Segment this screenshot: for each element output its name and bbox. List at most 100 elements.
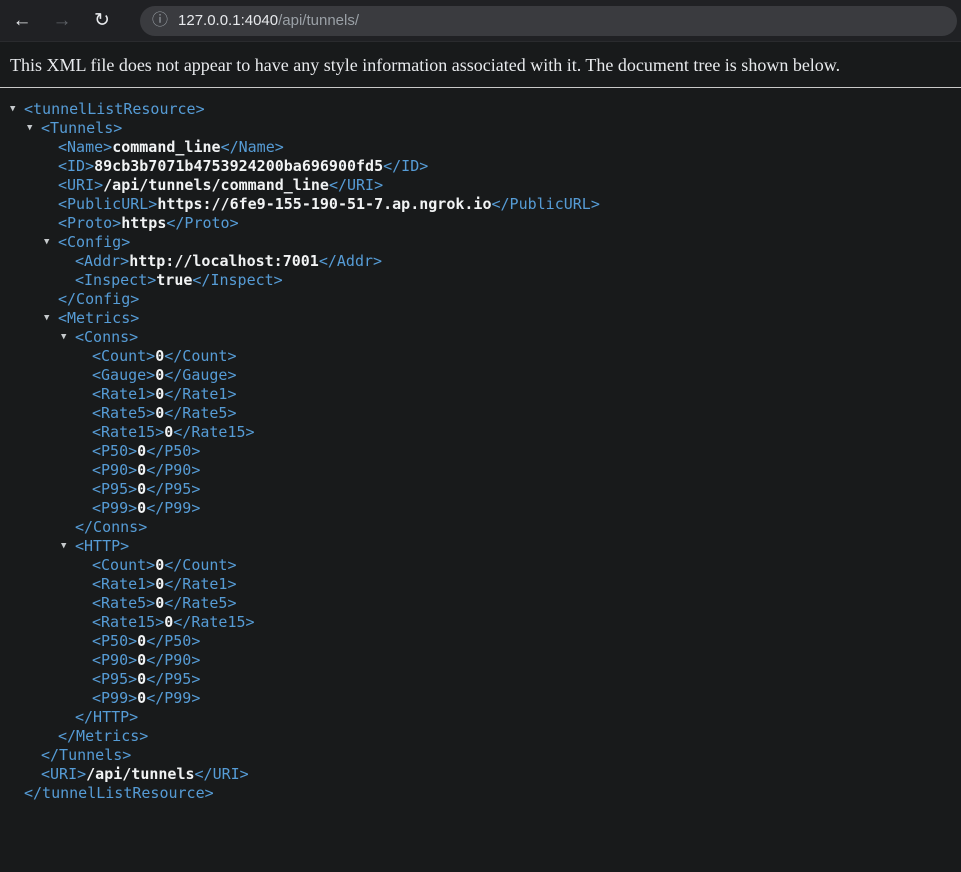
url-path: /api/tunnels/ — [278, 12, 359, 29]
xml-tag: <P50> — [92, 442, 138, 460]
xml-line: <ID>89cb3b7071b4753924200ba696900fd5</ID… — [0, 157, 961, 176]
xml-tag: <Rate5> — [92, 404, 156, 422]
xml-tag: </P50> — [146, 442, 201, 460]
xml-tag: </P90> — [146, 461, 201, 479]
xml-line: ▼ <tunnelListResource> — [0, 100, 961, 119]
xml-viewer-page: This XML file does not appear to have an… — [0, 42, 961, 803]
xml-tag: <tunnelListResource> — [24, 100, 205, 118]
xml-text-value: command_line — [112, 138, 221, 156]
xml-text-value: /api/tunnels — [86, 765, 195, 783]
browser-toolbar: ← → ↻ ⓘ 127.0.0.1:4040/api/tunnels/ — [0, 0, 961, 42]
xml-text-value: 89cb3b7071b4753924200ba696900fd5 — [94, 157, 384, 175]
xml-text-value: 0 — [155, 575, 165, 593]
xml-text-value: 0 — [137, 442, 147, 460]
forward-button[interactable]: → — [44, 3, 80, 39]
xml-text-value: http://localhost:7001 — [129, 252, 319, 270]
xml-line: </tunnelListResource> — [0, 784, 961, 803]
xml-line: <Name>command_line</Name> — [0, 138, 961, 157]
xml-tag: </Addr> — [318, 252, 383, 270]
xml-line: <P95>0</P95> — [0, 670, 961, 689]
xml-line: </Config> — [0, 290, 961, 309]
xml-tag: </P99> — [146, 689, 201, 707]
xml-tag: <Rate5> — [92, 594, 156, 612]
xml-tag: </P99> — [146, 499, 201, 517]
reload-button[interactable]: ↻ — [84, 3, 120, 39]
xml-tag: </P95> — [146, 670, 201, 688]
address-bar[interactable]: ⓘ 127.0.0.1:4040/api/tunnels/ — [140, 5, 957, 36]
xml-tag: </URI> — [328, 176, 384, 194]
xml-line: <URI>/api/tunnels</URI> — [0, 765, 961, 784]
xml-tag: </URI> — [194, 765, 249, 783]
xml-line: <P99>0</P99> — [0, 689, 961, 708]
expand-collapse-arrow-icon[interactable]: ▼ — [61, 542, 66, 551]
xml-line: <Rate1>0</Rate1> — [0, 385, 961, 404]
expand-collapse-arrow-icon[interactable]: ▼ — [10, 105, 15, 114]
xml-tag: <P99> — [92, 499, 138, 517]
xml-tag: <P50> — [92, 632, 138, 650]
xml-tag: <URI> — [41, 765, 87, 783]
xml-line: <P90>0</P90> — [0, 651, 961, 670]
xml-line: <URI>/api/tunnels/command_line</URI> — [0, 176, 961, 195]
xml-tag: </Rate5> — [164, 404, 237, 422]
xml-tag: <Inspect> — [75, 271, 157, 289]
xml-line: <P99>0</P99> — [0, 499, 961, 518]
xml-text-value: 0 — [155, 347, 165, 365]
xml-tag: <P95> — [92, 670, 138, 688]
xml-line: <Count>0</Count> — [0, 347, 961, 366]
xml-text-value: 0 — [137, 480, 147, 498]
xml-tag: </Rate1> — [164, 575, 237, 593]
xml-tag: </PublicURL> — [491, 195, 600, 213]
xml-tag: </Rate15> — [173, 613, 255, 631]
xml-tag: <Rate1> — [92, 575, 156, 593]
xml-text-value: 0 — [155, 594, 165, 612]
xml-tag: </Config> — [58, 290, 140, 308]
xml-tag: </ID> — [383, 157, 429, 175]
xml-tag: </Count> — [164, 556, 237, 574]
xml-tag: <Rate15> — [92, 423, 165, 441]
xml-line: ▼ <Config> — [0, 233, 961, 252]
back-button[interactable]: ← — [4, 3, 40, 39]
expand-collapse-arrow-icon[interactable]: ▼ — [44, 238, 49, 247]
xml-line: <PublicURL>https://6fe9-155-190-51-7.ap.… — [0, 195, 961, 214]
xml-tag: <HTTP> — [75, 537, 130, 555]
xml-text-value: 0 — [137, 461, 147, 479]
xml-tag: </Tunnels> — [41, 746, 132, 764]
xml-text-value: 0 — [137, 499, 147, 517]
xml-tag: <Count> — [92, 347, 156, 365]
expand-collapse-arrow-icon[interactable]: ▼ — [44, 314, 49, 323]
xml-tag: <PublicURL> — [58, 195, 158, 213]
xml-tag: <ID> — [58, 157, 95, 175]
xml-tag: <Conns> — [75, 328, 139, 346]
xml-tag: </Conns> — [75, 518, 148, 536]
xml-line: </Tunnels> — [0, 746, 961, 765]
xml-tag: <Count> — [92, 556, 156, 574]
xml-tag: <Config> — [58, 233, 131, 251]
xml-tag: </Metrics> — [58, 727, 149, 745]
xml-tag: </P90> — [146, 651, 201, 669]
expand-collapse-arrow-icon[interactable]: ▼ — [27, 124, 32, 133]
site-info-icon[interactable]: ⓘ — [152, 12, 168, 29]
xml-notice: This XML file does not appear to have an… — [10, 55, 841, 75]
xml-line: <Rate5>0</Rate5> — [0, 404, 961, 423]
xml-text-value: https — [121, 214, 167, 232]
expand-collapse-arrow-icon[interactable]: ▼ — [61, 333, 66, 342]
xml-line: </Metrics> — [0, 727, 961, 746]
xml-text-value: 0 — [155, 385, 165, 403]
xml-tag: <P90> — [92, 461, 138, 479]
xml-line: <Rate15>0</Rate15> — [0, 613, 961, 632]
xml-line: <Rate1>0</Rate1> — [0, 575, 961, 594]
xml-line: ▼ <Conns> — [0, 328, 961, 347]
divider — [0, 87, 961, 88]
xml-tag: </tunnelListResource> — [24, 784, 214, 802]
xml-tag: </Rate15> — [173, 423, 255, 441]
xml-text-value: true — [156, 271, 193, 289]
xml-tag: <Tunnels> — [41, 119, 123, 137]
xml-tag: <Gauge> — [92, 366, 156, 384]
xml-tag: <Rate15> — [92, 613, 165, 631]
xml-tag: </P95> — [146, 480, 201, 498]
xml-tag: <Rate1> — [92, 385, 156, 403]
xml-tag: <Metrics> — [58, 309, 140, 327]
xml-line: <P50>0</P50> — [0, 442, 961, 461]
xml-tag: <P90> — [92, 651, 138, 669]
xml-line: <P95>0</P95> — [0, 480, 961, 499]
